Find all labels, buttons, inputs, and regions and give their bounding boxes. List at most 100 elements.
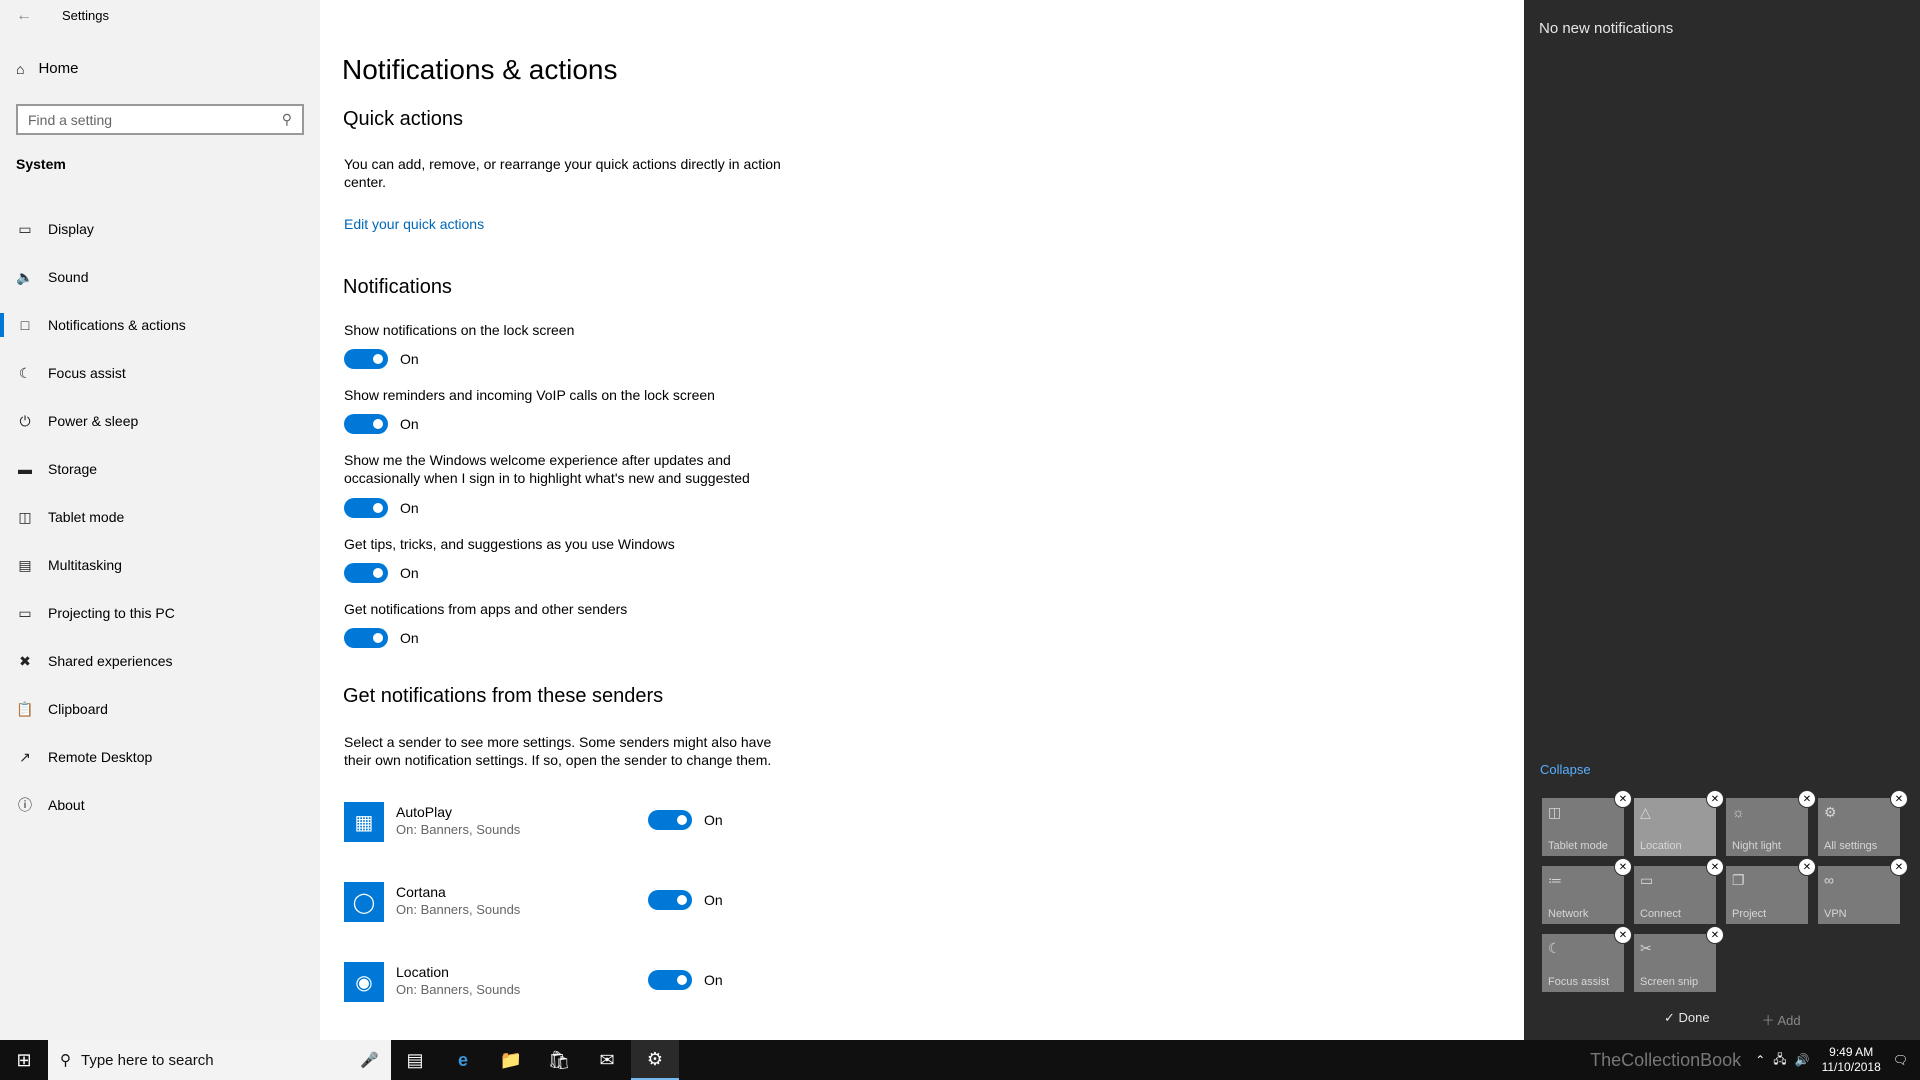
sidebar-item-shared-experiences[interactable]: ✖ Shared experiences bbox=[0, 637, 320, 685]
toggle-switch[interactable] bbox=[344, 349, 388, 369]
toggle-switch[interactable] bbox=[648, 970, 692, 990]
notifications-icon: □ bbox=[20, 317, 30, 333]
unpin-icon[interactable]: ✕ bbox=[1890, 858, 1908, 876]
sidebar-item-label: Storage bbox=[48, 461, 98, 477]
sidebar-item-display[interactable]: ▭ Display bbox=[0, 205, 320, 253]
sidebar-item-multitasking[interactable]: ▤ Multitasking bbox=[0, 541, 320, 589]
sender-status: On: Banners, Sounds bbox=[396, 822, 521, 837]
sidebar-item-focus-assist[interactable]: ☾ Focus assist bbox=[0, 349, 320, 397]
tile-screen-snip[interactable]: ✂ Screen snip ✕ bbox=[1634, 926, 1724, 992]
edit-quick-actions-link[interactable]: Edit your quick actions bbox=[344, 216, 484, 232]
app-notifications-toggle[interactable]: On bbox=[344, 628, 419, 648]
no-notifications-text: No new notifications bbox=[1539, 20, 1674, 37]
start-windows-icon[interactable]: ⊞ bbox=[0, 1040, 48, 1080]
file-explorer-icon[interactable]: 📁 bbox=[487, 1040, 535, 1080]
toggle-switch[interactable] bbox=[344, 628, 388, 648]
unpin-icon[interactable]: ✕ bbox=[1798, 858, 1816, 876]
tile-label: Tablet mode bbox=[1548, 840, 1608, 852]
add-button[interactable]: ＋ Add bbox=[1762, 1010, 1827, 1029]
back-arrow-icon[interactable]: ← bbox=[12, 4, 36, 28]
sidebar-item-power-sleep[interactable]: ⏻ Power & sleep bbox=[0, 397, 320, 445]
unpin-icon[interactable]: ✕ bbox=[1614, 858, 1632, 876]
unpin-icon[interactable]: ✕ bbox=[1706, 790, 1724, 808]
unpin-icon[interactable]: ✕ bbox=[1798, 790, 1816, 808]
tile-connect[interactable]: ▭ Connect ✕ bbox=[1634, 858, 1724, 924]
tile-night-light[interactable]: ☼ Night light ✕ bbox=[1726, 790, 1816, 856]
tile-focus-assist[interactable]: ☾ Focus assist ✕ bbox=[1542, 926, 1632, 992]
sender-toggle[interactable]: On bbox=[648, 970, 723, 990]
taskbar-search-box[interactable]: ⚲ Type here to search 🎤 bbox=[48, 1040, 391, 1080]
sidebar-item-label: Display bbox=[48, 221, 94, 237]
unpin-icon[interactable]: ✕ bbox=[1614, 790, 1632, 808]
welcome-experience-toggle[interactable]: On bbox=[344, 498, 419, 518]
tile-label: Screen snip bbox=[1640, 976, 1699, 988]
tile-project[interactable]: ❐ Project ✕ bbox=[1726, 858, 1816, 924]
toggle-switch[interactable] bbox=[648, 890, 692, 910]
microphone-icon[interactable]: 🎤 bbox=[360, 1051, 379, 1069]
lock-screen-notifications-toggle[interactable]: On bbox=[344, 349, 419, 369]
tile-label: Location bbox=[1640, 840, 1682, 852]
toggle-state: On bbox=[400, 500, 419, 516]
edge-browser-icon[interactable]: e bbox=[439, 1040, 487, 1080]
setting-label: Show notifications on the lock screen bbox=[344, 322, 575, 338]
search-icon[interactable]: ⚲ bbox=[282, 111, 292, 128]
store-icon[interactable]: 🛍 bbox=[535, 1040, 583, 1080]
add-label: Add bbox=[1777, 1013, 1801, 1028]
sidebar-item-clipboard[interactable]: 📋 Clipboard bbox=[0, 685, 320, 733]
network-icon: ≔ bbox=[1548, 872, 1562, 888]
action-center-icon[interactable]: 🗨 bbox=[1893, 1053, 1908, 1067]
task-view-icon[interactable]: ▤ bbox=[391, 1040, 439, 1080]
tile-label: Network bbox=[1548, 908, 1589, 920]
find-setting-input[interactable]: Find a setting ⚲ bbox=[16, 104, 304, 135]
tile-vpn[interactable]: ∞ VPN ✕ bbox=[1818, 858, 1908, 924]
mail-icon[interactable]: ✉ bbox=[583, 1040, 631, 1080]
toggle-state: On bbox=[400, 565, 419, 581]
sender-location[interactable]: ◉ Location On: Banners, Sounds On bbox=[344, 962, 744, 1006]
sidebar-item-remote-desktop[interactable]: ↗ Remote Desktop bbox=[0, 733, 320, 781]
tile-all-settings[interactable]: ⚙ All settings ✕ bbox=[1818, 790, 1908, 856]
done-button[interactable]: ✓ Done bbox=[1664, 1010, 1736, 1029]
sender-status: On: Banners, Sounds bbox=[396, 902, 521, 917]
unpin-icon[interactable]: ✕ bbox=[1706, 926, 1724, 944]
tile-location[interactable]: △ Location ✕ bbox=[1634, 790, 1724, 856]
unpin-icon[interactable]: ✕ bbox=[1890, 790, 1908, 808]
home-nav-item[interactable]: ⌂ Home bbox=[16, 60, 78, 77]
sidebar-item-storage[interactable]: ▬ Storage bbox=[0, 445, 320, 493]
sender-cortana[interactable]: ◯ Cortana On: Banners, Sounds On bbox=[344, 882, 744, 926]
night-light-icon: ☼ bbox=[1732, 804, 1745, 820]
tile-label: Focus assist bbox=[1548, 976, 1610, 988]
clock-time: 9:49 AM bbox=[1829, 1045, 1874, 1059]
clock[interactable]: 9:49 AM 11/10/2018 bbox=[1822, 1045, 1881, 1075]
multitasking-icon: ▤ bbox=[18, 556, 32, 573]
network-icon[interactable]: 🖧 bbox=[1773, 1050, 1786, 1071]
unpin-icon[interactable]: ✕ bbox=[1614, 926, 1632, 944]
tile-network[interactable]: ≔ Network ✕ bbox=[1542, 858, 1632, 924]
tile-tablet-mode[interactable]: ◫ Tablet mode ✕ bbox=[1542, 790, 1632, 856]
chevron-up-icon[interactable]: ⌃ bbox=[1755, 1053, 1765, 1067]
tips-tricks-toggle[interactable]: On bbox=[344, 563, 419, 583]
sender-name: AutoPlay bbox=[396, 804, 453, 820]
sidebar-item-notifications[interactable]: □ Notifications & actions bbox=[0, 301, 320, 349]
toggle-switch[interactable] bbox=[648, 810, 692, 830]
toggle-switch[interactable] bbox=[344, 414, 388, 434]
sidebar-item-about[interactable]: ⓘ About bbox=[0, 781, 320, 829]
unpin-icon[interactable]: ✕ bbox=[1706, 858, 1724, 876]
sidebar-item-tablet-mode[interactable]: ◫ Tablet mode bbox=[0, 493, 320, 541]
sender-autoplay[interactable]: ▦ AutoPlay On: Banners, Sounds On bbox=[344, 802, 744, 846]
sidebar-item-sound[interactable]: 🔈 Sound bbox=[0, 253, 320, 301]
volume-icon[interactable]: 🔊 bbox=[1795, 1053, 1810, 1067]
sender-toggle[interactable]: On bbox=[648, 810, 723, 830]
search-icon: ⚲ bbox=[60, 1052, 71, 1069]
toggle-switch[interactable] bbox=[344, 498, 388, 518]
moon-icon: ☾ bbox=[1548, 940, 1561, 956]
settings-gear-icon[interactable]: ⚙ bbox=[631, 1040, 679, 1080]
system-tray: TheCollectionBook ⌃ 🖧 🔊 9:49 AM 11/10/20… bbox=[1586, 1045, 1920, 1075]
voip-reminders-toggle[interactable]: On bbox=[344, 414, 419, 434]
sidebar-item-projecting[interactable]: ▭ Projecting to this PC bbox=[0, 589, 320, 637]
connect-icon: ▭ bbox=[1640, 872, 1654, 888]
senders-heading: Get notifications from these senders bbox=[343, 685, 664, 707]
collapse-link[interactable]: Collapse bbox=[1540, 762, 1591, 777]
toggle-switch[interactable] bbox=[344, 563, 388, 583]
sender-toggle[interactable]: On bbox=[648, 890, 723, 910]
sidebar-item-label: Shared experiences bbox=[48, 653, 173, 669]
